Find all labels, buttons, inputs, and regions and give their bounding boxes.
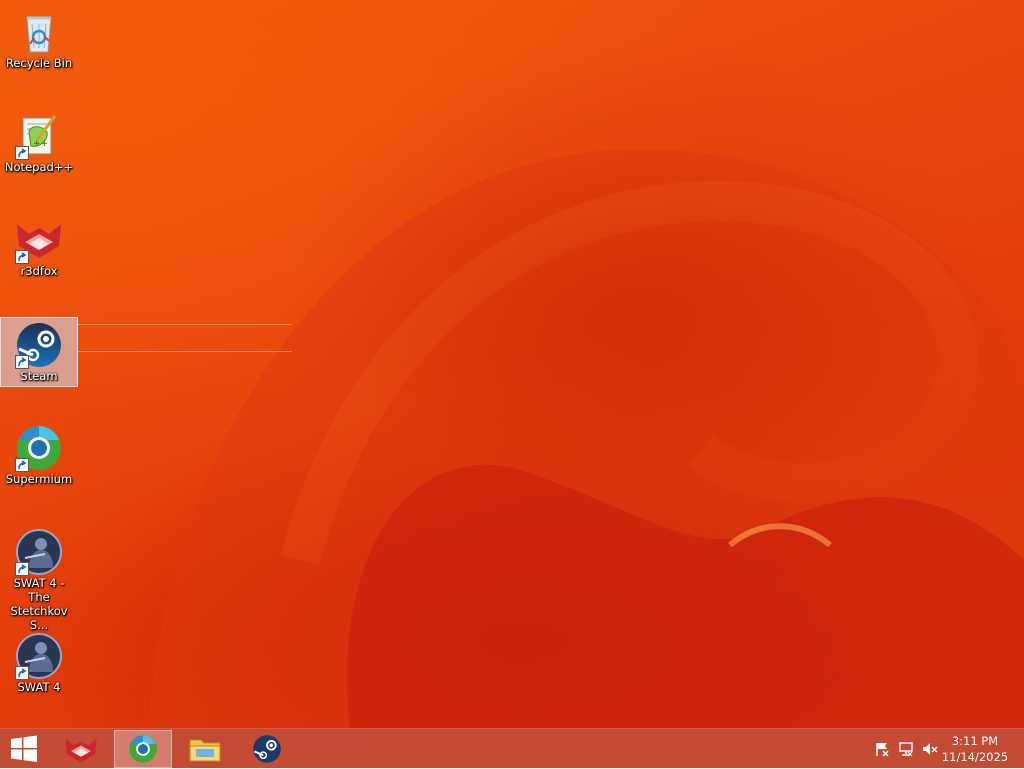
desktop-icon-label: r3dfox <box>20 264 58 278</box>
desktop-icon-label: SWAT 4 <box>17 680 61 694</box>
supermium-icon <box>15 424 63 472</box>
desktop-icon-swat4-stetchkov[interactable]: SWAT 4 - The Stetchkov S... <box>0 524 78 632</box>
desktop-icon-supermium[interactable]: Supermium <box>0 420 78 490</box>
notepad-plus-plus-icon: ++ <box>15 112 63 160</box>
taskbar-app-supermium[interactable] <box>114 730 172 768</box>
desktop[interactable]: Recycle Bin ++ Notepad++ r3dfox Steam Su… <box>0 0 1024 728</box>
volume-muted-icon <box>923 743 938 755</box>
desktop-icon-label: Steam <box>20 369 58 383</box>
action-center-flag-icon <box>876 743 889 757</box>
network-button[interactable] <box>896 729 916 769</box>
clock-time: 3:11 PM <box>951 734 999 748</box>
shortcut-arrow-icon <box>15 666 29 680</box>
taskbar: 3:11 PM 11/14/2025 <box>0 728 1024 768</box>
shortcut-arrow-icon <box>15 355 29 369</box>
volume-button[interactable] <box>920 729 940 769</box>
clock-date: 11/14/2025 <box>941 750 1009 764</box>
swat4-icon <box>15 632 63 680</box>
desktop-icon-r3dfox[interactable]: r3dfox <box>0 212 78 282</box>
shortcut-arrow-icon <box>15 146 29 160</box>
swat4-stetchkov-icon <box>15 528 63 576</box>
steam-icon <box>253 735 281 763</box>
shortcut-arrow-icon <box>15 250 29 264</box>
desktop-icon-label: SWAT 4 - The Stetchkov S... <box>10 576 68 632</box>
start-button[interactable] <box>0 729 48 769</box>
r3dfox-icon <box>65 738 97 763</box>
rubber-band-selection <box>77 324 292 352</box>
windows-start-icon <box>11 735 37 762</box>
desktop-icon-recycle-bin[interactable]: Recycle Bin <box>0 4 78 74</box>
desktop-icon-notepad-plus-plus[interactable]: ++ Notepad++ <box>0 108 78 178</box>
desktop-icon-label: Recycle Bin <box>5 56 73 70</box>
desktop-icon-label: Notepad++ <box>4 160 74 174</box>
steam-icon <box>15 321 63 369</box>
taskbar-app-r3dfox[interactable] <box>52 730 110 768</box>
taskbar-app-steam[interactable] <box>238 730 296 768</box>
r3dfox-icon <box>15 216 63 264</box>
wallpaper <box>150 140 1024 728</box>
recycle-bin-icon <box>15 8 63 56</box>
file-explorer-icon <box>189 739 221 762</box>
supermium-icon <box>129 735 157 763</box>
clock[interactable]: 3:11 PM 11/14/2025 <box>940 733 1010 765</box>
network-icon <box>899 742 913 757</box>
desktop-icon-steam[interactable]: Steam <box>0 317 78 387</box>
svg-text:++: ++ <box>33 139 48 149</box>
desktop-icon-label: Supermium <box>5 472 73 486</box>
action-center-button[interactable] <box>872 729 892 769</box>
taskbar-app-file-explorer[interactable] <box>176 730 234 768</box>
shortcut-arrow-icon <box>15 458 29 472</box>
desktop-icon-swat4[interactable]: SWAT 4 <box>0 628 78 698</box>
shortcut-arrow-icon <box>15 562 29 576</box>
